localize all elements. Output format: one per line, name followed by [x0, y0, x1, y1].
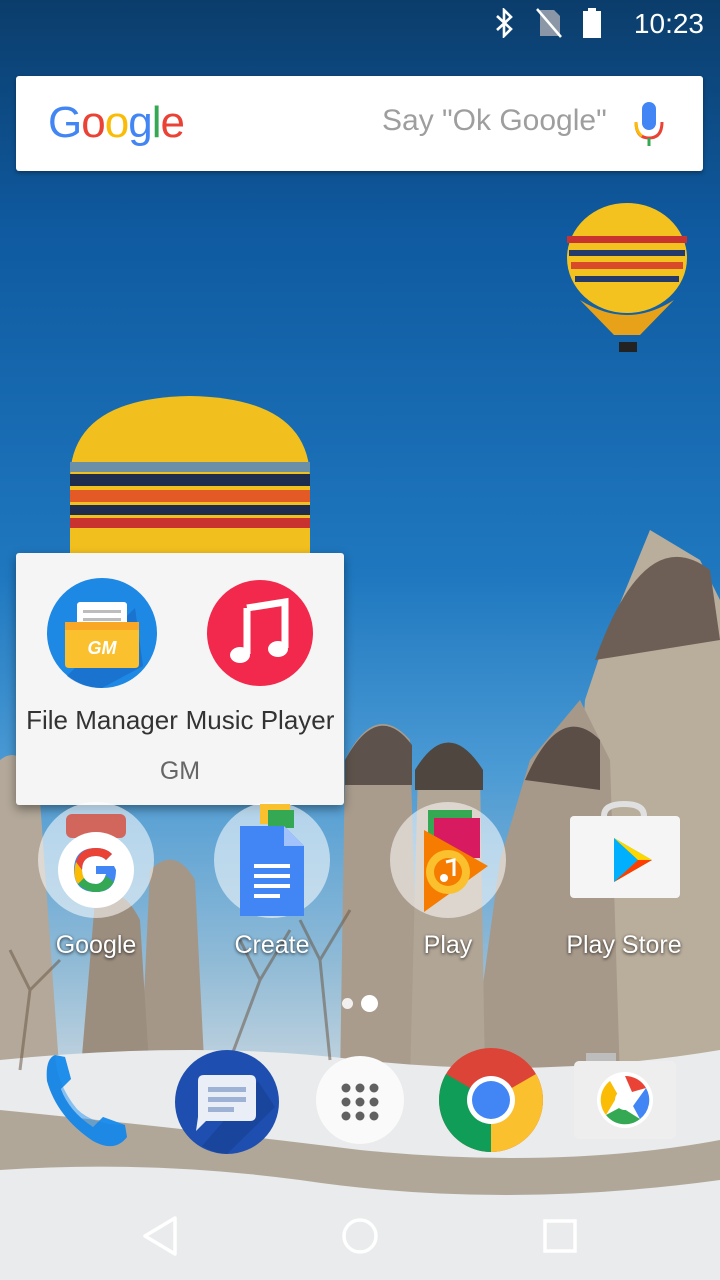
status-time: 10:23 — [633, 8, 704, 39]
home-icon[interactable] — [330, 1206, 390, 1266]
gm-folder-popup: GM File Manager Music Player GM — [16, 553, 344, 805]
music-player-label: Music Player — [185, 705, 335, 735]
create-folder-label: Create — [234, 931, 310, 959]
music-player-icon — [207, 580, 313, 686]
no-sim-icon — [536, 8, 562, 38]
file-manager-label: File Manager — [26, 705, 178, 735]
google-folder[interactable]: Google — [21, 800, 171, 960]
play-folder-icon — [390, 802, 506, 918]
play-folder-label: Play — [423, 931, 473, 959]
chrome-icon[interactable] — [436, 1045, 546, 1155]
home-screen: 10:23 Google Say "Ok Google" GM File Man… — [0, 0, 720, 1280]
status-icons — [494, 8, 602, 38]
play-store-app[interactable]: Play Store — [549, 800, 699, 960]
page-dot-1 — [342, 998, 353, 1009]
battery-icon — [583, 8, 601, 38]
camera-icon[interactable] — [570, 1045, 680, 1155]
page-indicator — [342, 995, 378, 1012]
google-logo: Google — [48, 98, 185, 147]
mic-icon[interactable] — [628, 98, 670, 152]
app-drawer-icon[interactable] — [305, 1045, 415, 1155]
status-bar: 10:23 — [0, 0, 720, 50]
svg-text:GM: GM — [88, 638, 118, 658]
small-balloon — [567, 203, 687, 352]
search-hint: Say "Ok Google" — [382, 104, 607, 137]
recents-icon[interactable] — [530, 1206, 590, 1266]
google-folder-label: Google — [55, 931, 137, 959]
play-folder[interactable]: Play — [373, 800, 523, 960]
large-balloon — [70, 396, 310, 560]
file-manager-app[interactable]: GM File Manager — [22, 578, 182, 736]
play-store-icon — [570, 800, 680, 898]
folder-name[interactable]: GM — [16, 757, 344, 786]
create-folder[interactable]: Create — [197, 800, 347, 960]
back-icon[interactable] — [130, 1206, 190, 1266]
google-folder-icon — [38, 802, 154, 918]
navigation-bar — [0, 1190, 720, 1280]
page-dot-2 — [361, 995, 378, 1012]
messages-icon[interactable] — [172, 1047, 282, 1157]
bluetooth-icon — [496, 8, 513, 38]
play-store-label: Play Store — [566, 931, 682, 959]
file-manager-icon: GM — [47, 578, 157, 689]
create-folder-icon — [214, 802, 330, 918]
google-search-bar[interactable]: Google Say "Ok Google" — [16, 76, 703, 171]
phone-icon[interactable] — [33, 1045, 143, 1155]
music-player-app[interactable]: Music Player — [180, 578, 340, 736]
